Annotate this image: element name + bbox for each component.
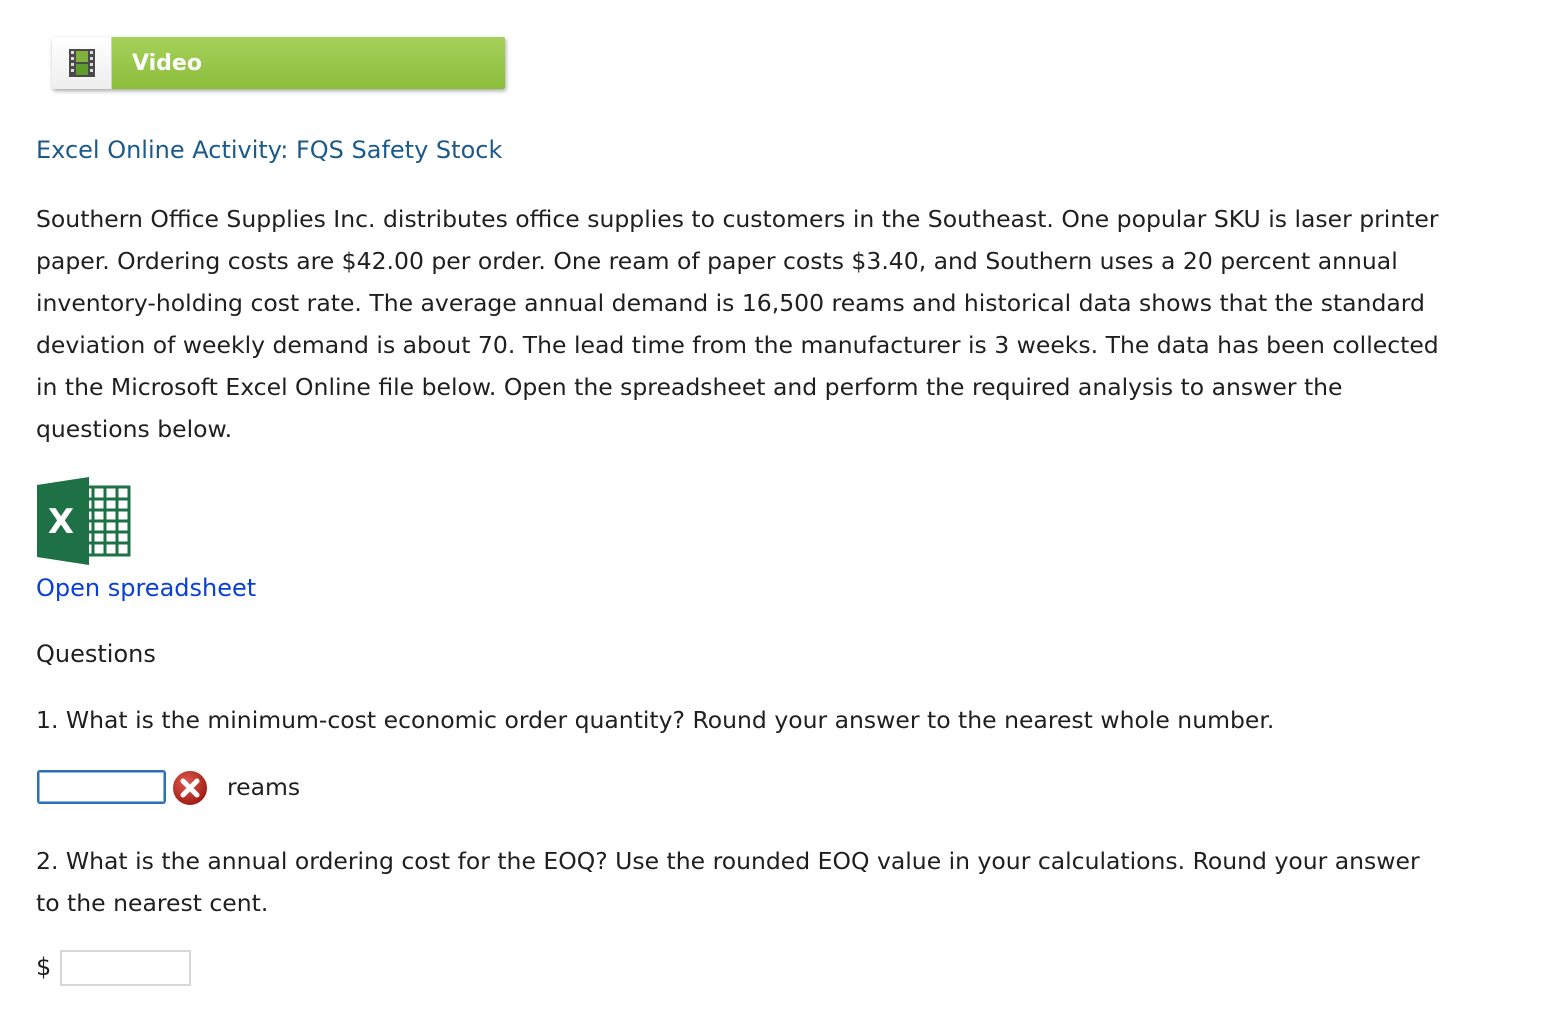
open-spreadsheet-link[interactable]: Open spreadsheet [36, 574, 256, 602]
problem-line: inventory-holding cost rate. The average… [36, 289, 1425, 317]
problem-line: deviation of weekly demand is about 70. … [36, 331, 1439, 359]
video-button-label: Video [112, 37, 505, 89]
question-2-text: 2. What is the annual ordering cost for … [36, 840, 1506, 924]
ordering-cost-input[interactable] [60, 950, 191, 986]
svg-text:X: X [48, 502, 74, 542]
film-icon [52, 37, 112, 89]
problem-description: Southern Office Supplies Inc. distribute… [36, 198, 1506, 450]
currency-prefix: $ [36, 953, 52, 981]
activity-title: Excel Online Activity: FQS Safety Stock [36, 136, 503, 164]
question-1-text: 1. What is the minimum-cost economic ord… [36, 706, 1275, 734]
question-2-line: to the nearest cent. [36, 889, 269, 917]
incorrect-x-icon [170, 768, 210, 808]
problem-line: Southern Office Supplies Inc. distribute… [36, 205, 1439, 233]
video-button[interactable]: Video [52, 37, 505, 89]
problem-line: questions below. [36, 415, 233, 443]
eoq-answer-input[interactable] [37, 770, 166, 804]
problem-line: in the Microsoft Excel Online file below… [36, 373, 1343, 401]
question-2-line: 2. What is the annual ordering cost for … [36, 847, 1420, 875]
unit-label-reams: reams [227, 773, 301, 801]
problem-line: paper. Ordering costs are $42.00 per ord… [36, 247, 1398, 275]
excel-icon[interactable]: X [37, 477, 131, 565]
questions-heading: Questions [36, 640, 156, 668]
